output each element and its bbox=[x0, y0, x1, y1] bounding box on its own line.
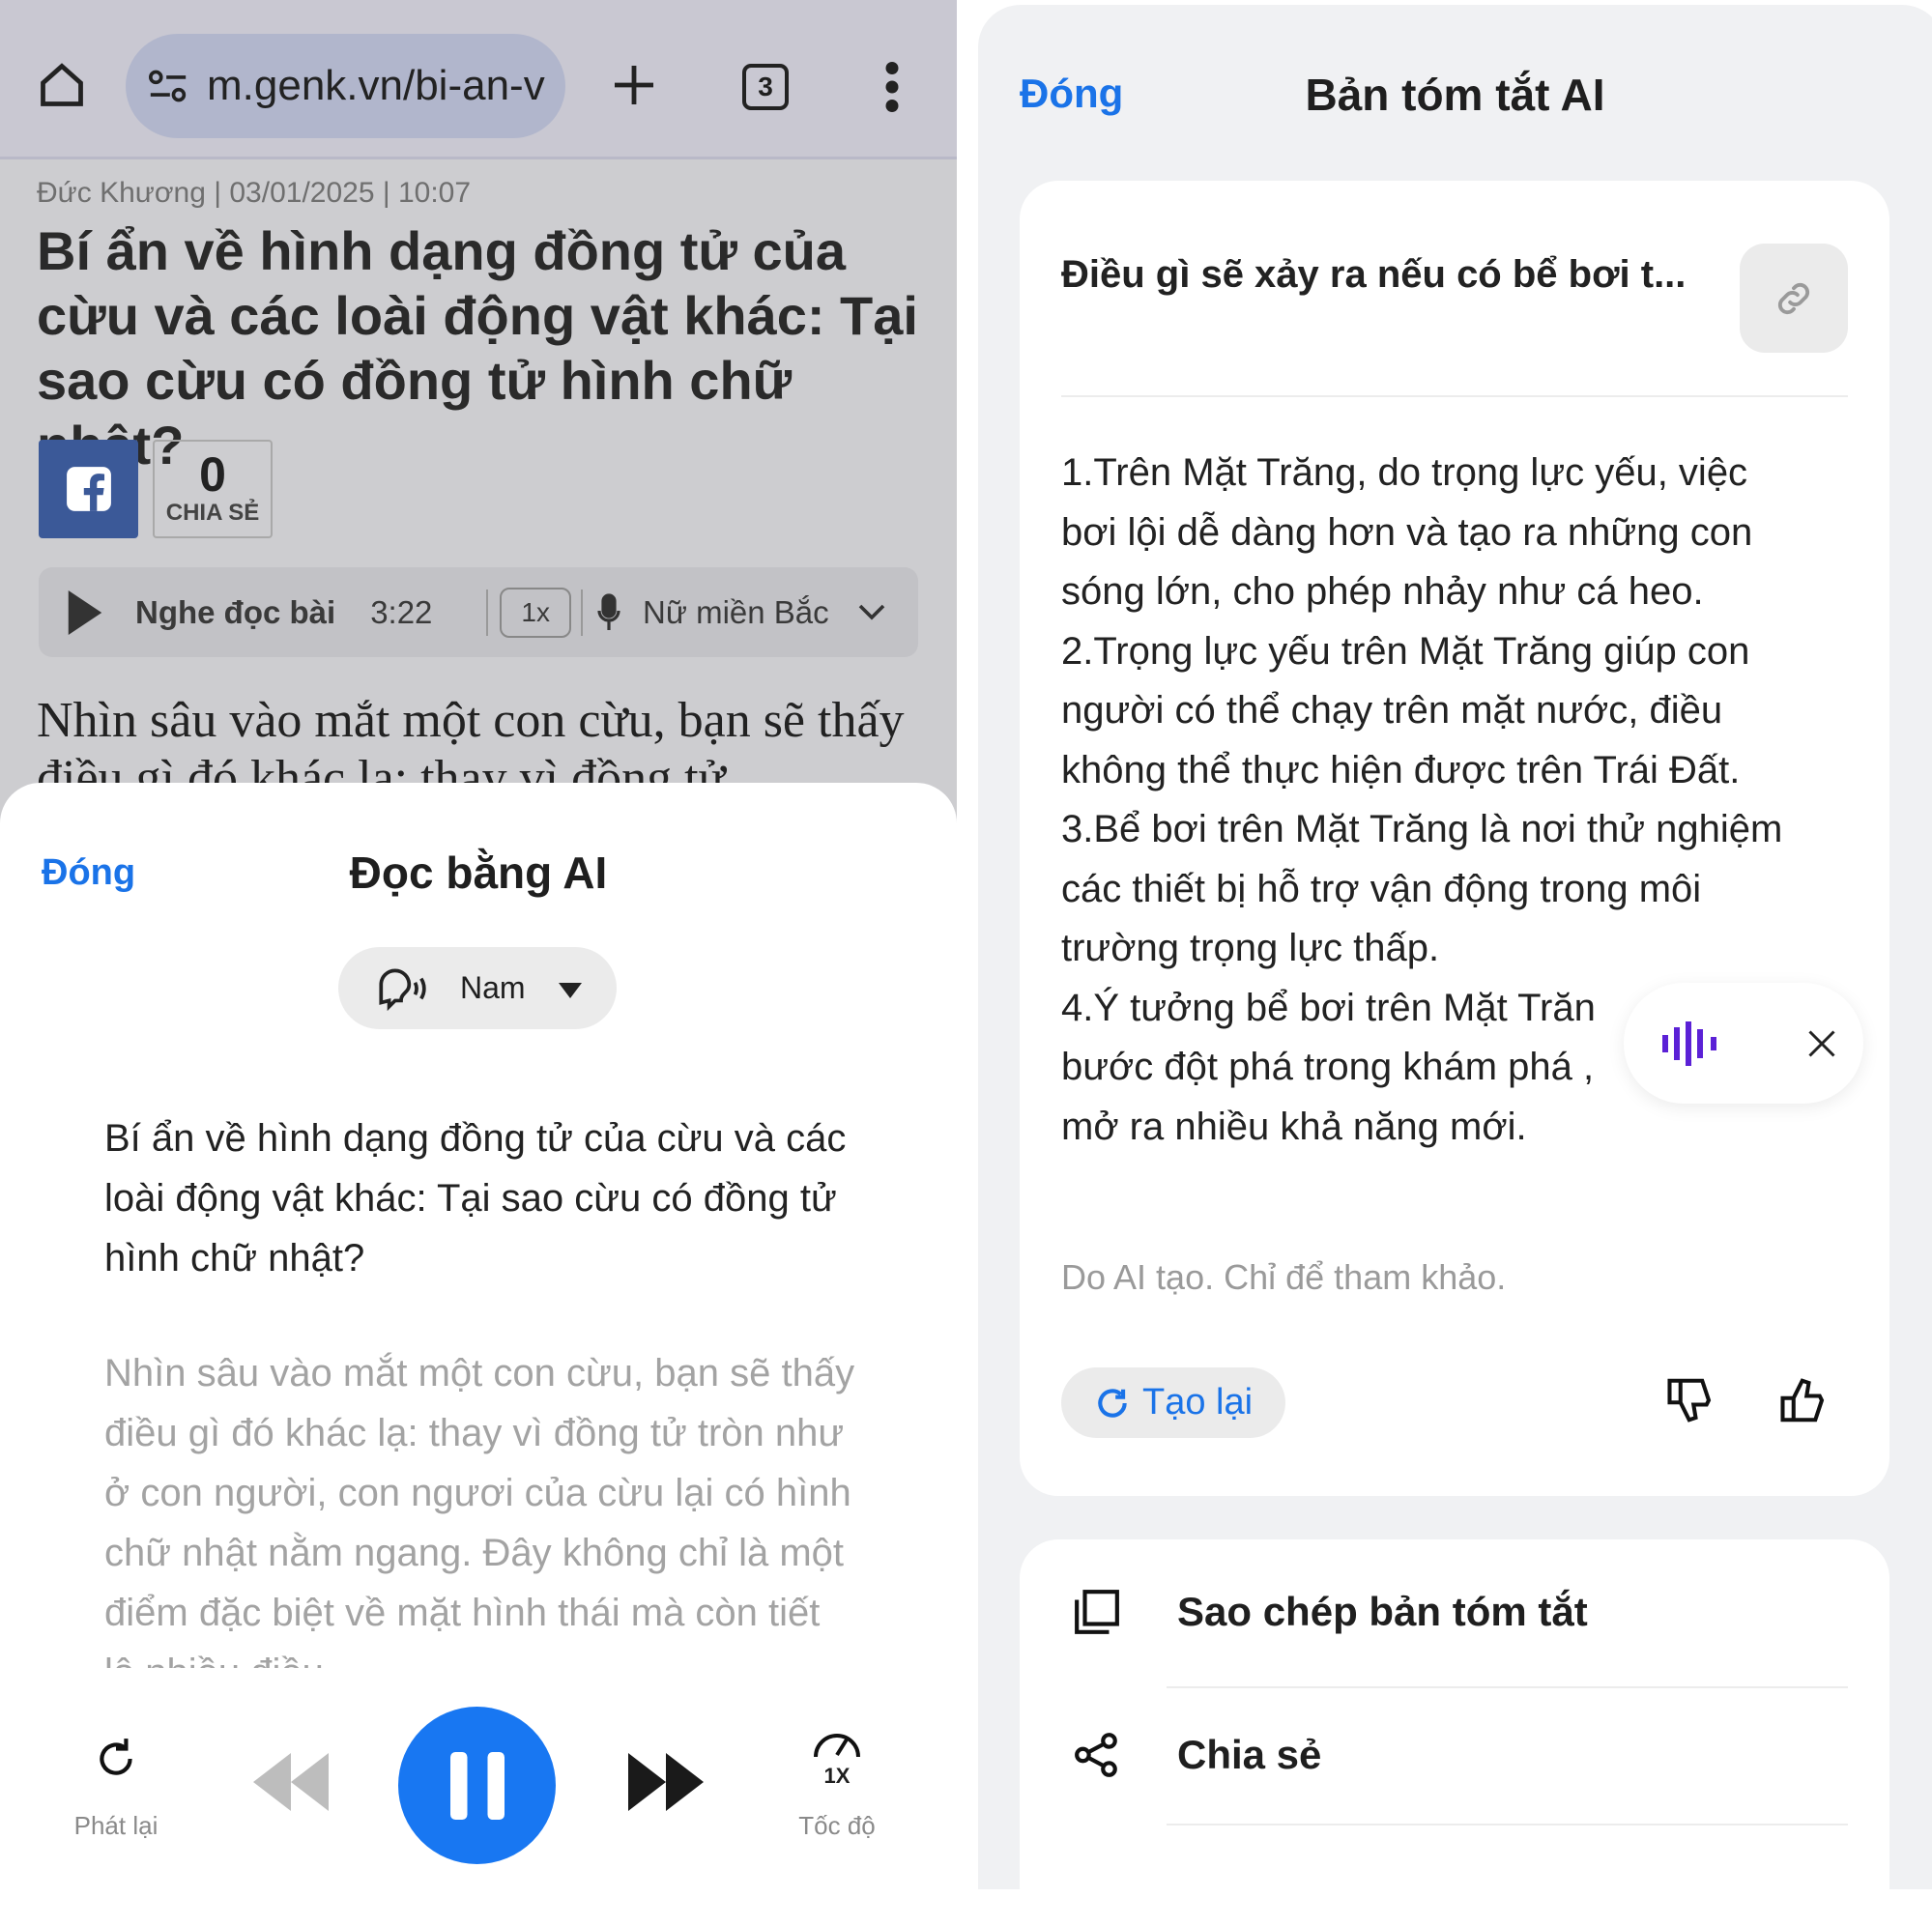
panel-title: Bản tóm tắt AI bbox=[1305, 70, 1605, 120]
article-page: m.genk.vn/bi-an-v 3 Đức Khương | 03/01/2… bbox=[0, 0, 957, 1879]
ai-summary-panel: Đóng Bản tóm tắt AI Điều gì sẽ xảy ra nế… bbox=[978, 5, 1932, 1926]
summary-line: người có thể chạy trên mặt nước, điều bbox=[1061, 689, 1723, 732]
summary-line: 3.Bể bơi trên Mặt Trăng là nơi thử nghiệ… bbox=[1061, 808, 1783, 850]
refresh-icon bbox=[1098, 1388, 1127, 1418]
tab-switcher-button[interactable]: 3 bbox=[742, 64, 789, 110]
summary-question: Điều gì sẽ xảy ra nếu có bể bơi t... bbox=[1061, 253, 1687, 296]
voice-label: Nam bbox=[460, 970, 526, 1005]
play-icon[interactable] bbox=[68, 589, 102, 635]
reading-body: Nhìn sâu vào mắt một con cừu, bạn sẽ thấ… bbox=[104, 1352, 855, 1668]
replay-icon[interactable] bbox=[92, 1734, 140, 1784]
audio-floating-pill bbox=[1624, 983, 1863, 1104]
source-link-button[interactable] bbox=[1740, 244, 1848, 353]
article-title: Bí ẩn về hình dạng đồng tử của cừu và cá… bbox=[37, 220, 918, 475]
article-byline: Đức Khương | 03/01/2025 | 10:07 bbox=[37, 177, 472, 209]
speed-label: Tốc độ bbox=[798, 1811, 876, 1840]
site-settings-icon[interactable] bbox=[147, 67, 189, 105]
actions-card: Sao chép bản tóm tắt Chia sẻ bbox=[1020, 1539, 1889, 1926]
voice-dropdown[interactable]: Nam bbox=[338, 947, 617, 1029]
speed-control[interactable]: 1X bbox=[808, 1728, 866, 1789]
share-icon bbox=[1075, 1733, 1117, 1777]
speed-value: 1X bbox=[823, 1764, 851, 1788]
tab-count: 3 bbox=[758, 72, 773, 101]
copy-summary-label: Sao chép bản tóm tắt bbox=[1177, 1589, 1588, 1634]
close-icon[interactable] bbox=[1807, 1029, 1836, 1058]
audio-duration: 3:22 bbox=[370, 593, 433, 630]
pause-button[interactable] bbox=[398, 1707, 556, 1864]
audio-waveform-icon[interactable] bbox=[1662, 1020, 1718, 1066]
summary-line: không thể thực hiện được trên Trái Đất. bbox=[1061, 748, 1741, 791]
copy-icon bbox=[1075, 1590, 1119, 1634]
more-menu-icon[interactable] bbox=[881, 62, 903, 112]
divider bbox=[1061, 395, 1848, 397]
sheet-title: Đọc bằng AI bbox=[349, 848, 608, 898]
microphone-icon bbox=[596, 592, 621, 632]
summary-line: 1.Trên Mặt Trăng, do trọng lực yếu, việc bbox=[1061, 451, 1748, 494]
new-tab-icon[interactable] bbox=[611, 62, 657, 108]
summary-line: mở ra nhiều khả năng mới. bbox=[1061, 1105, 1527, 1148]
regenerate-label: Tạo lại bbox=[1142, 1382, 1254, 1423]
home-icon[interactable] bbox=[37, 60, 87, 110]
summary-line: sóng lớn, cho phép nhảy như cá heo. bbox=[1061, 570, 1704, 613]
speedometer-icon bbox=[814, 1734, 860, 1758]
summary-line: bơi lội dễ dàng hơn và tạo ra những con bbox=[1061, 510, 1753, 554]
share-action[interactable]: Chia sẻ bbox=[1020, 1688, 1889, 1822]
share-count: 0 bbox=[199, 447, 226, 502]
share-label: Chia sẻ bbox=[1177, 1732, 1322, 1777]
regenerate-button[interactable]: Tạo lại bbox=[1061, 1367, 1285, 1438]
facebook-icon bbox=[66, 467, 111, 511]
reading-heading: Bí ẩn về hình dạng đồng tử của cừu và cá… bbox=[104, 1117, 847, 1279]
thumbs-up-icon[interactable] bbox=[1778, 1374, 1831, 1431]
listen-label[interactable]: Nghe đọc bài bbox=[135, 594, 335, 631]
facebook-share-button[interactable] bbox=[39, 440, 138, 538]
read-aloud-sheet: Đóng Đọc bằng AI Nam Bí ẩn về hình dạng … bbox=[0, 783, 957, 1879]
summary-card: Điều gì sẽ xảy ra nếu có bể bơi t... 1.T… bbox=[1020, 181, 1889, 1496]
audio-player-bar: Nghe đọc bài 3:22 1x Nữ miền Bắc bbox=[39, 567, 918, 657]
caret-down-icon bbox=[558, 970, 582, 1006]
rewind-icon[interactable] bbox=[253, 1753, 329, 1811]
speed-button[interactable]: 1x bbox=[500, 587, 571, 638]
url-bar[interactable]: m.genk.vn/bi-an-v bbox=[126, 34, 565, 138]
browser-toolbar: m.genk.vn/bi-an-v 3 bbox=[0, 0, 957, 159]
link-icon bbox=[1777, 282, 1810, 314]
chevron-down-icon[interactable] bbox=[858, 604, 885, 621]
summary-line: các thiết bị hỗ trợ vận động trong môi bbox=[1061, 867, 1702, 910]
voice-select[interactable]: Nữ miền Bắc bbox=[643, 594, 829, 631]
ai-disclaimer: Do AI tạo. Chỉ để tham khảo. bbox=[1061, 1257, 1507, 1297]
summary-line: 2.Trọng lực yếu trên Mặt Trăng giúp con bbox=[1061, 629, 1750, 673]
voice-icon bbox=[373, 966, 429, 1011]
replay-label: Phát lại bbox=[73, 1811, 159, 1840]
url-text: m.genk.vn/bi-an-v bbox=[207, 62, 545, 109]
pause-icon bbox=[449, 1751, 505, 1820]
share-label: CHIA SẺ bbox=[165, 500, 260, 526]
playback-controls: Phát lại 1X Tốc độ bbox=[0, 1668, 957, 1879]
copy-summary-action[interactable]: Sao chép bản tóm tắt bbox=[1020, 1539, 1889, 1684]
summary-line: trường trọng lực thấp. bbox=[1061, 927, 1440, 969]
share-count-box: 0 CHIA SẺ bbox=[153, 440, 273, 538]
fast-forward-icon[interactable] bbox=[628, 1753, 704, 1811]
thumbs-down-icon[interactable] bbox=[1665, 1374, 1717, 1431]
